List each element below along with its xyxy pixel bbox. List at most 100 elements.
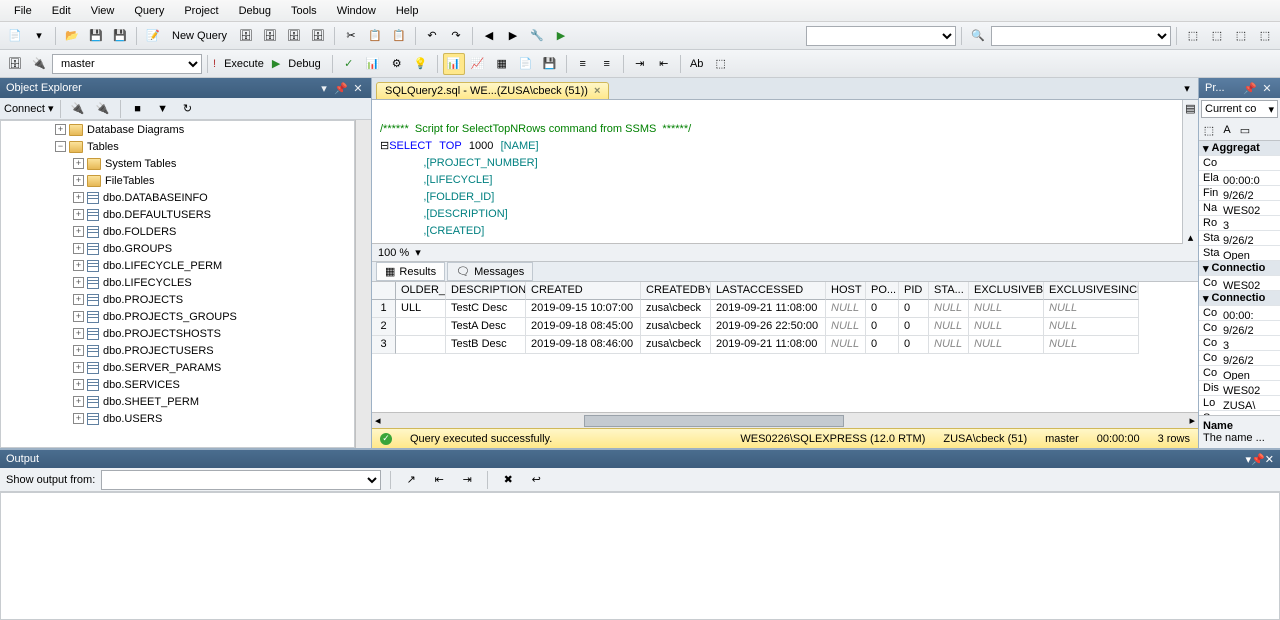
stop-icon[interactable]: ■ — [127, 98, 149, 120]
expand-icon[interactable]: + — [73, 345, 84, 356]
table-row[interactable]: 1ULLTestC Desc2019-09-15 10:07:00zusa\cb… — [372, 300, 1198, 318]
prop-row[interactable]: Fin9/26/2 — [1199, 186, 1280, 201]
prop-row[interactable]: Co00:00: — [1199, 306, 1280, 321]
col-header[interactable]: HOST — [826, 282, 866, 300]
indent-icon[interactable]: ⇥ — [629, 53, 651, 75]
specvals-icon[interactable]: Ab — [686, 53, 708, 75]
prop-row[interactable]: CoOpen — [1199, 366, 1280, 381]
prop-row[interactable]: Sta9/26/2 — [1199, 231, 1280, 246]
tree-node[interactable]: dbo.LIFECYCLES — [103, 277, 192, 289]
refresh-icon[interactable]: ↻ — [177, 98, 199, 120]
intellisense-icon[interactable]: 💡 — [410, 53, 432, 75]
redo-icon[interactable]: ↷ — [445, 25, 467, 47]
expand-icon[interactable]: + — [73, 226, 84, 237]
col-header[interactable]: EXCLUSIVESINCE — [1044, 282, 1139, 300]
cell[interactable]: NULL — [969, 318, 1044, 336]
prop-row[interactable]: Co3 — [1199, 336, 1280, 351]
table-row[interactable]: 2TestA Desc2019-09-18 08:45:00zusa\cbeck… — [372, 318, 1198, 336]
tree-node[interactable]: dbo.PROJECTS_GROUPS — [103, 311, 237, 323]
outdent-icon[interactable]: ⇤ — [653, 53, 675, 75]
copy-icon[interactable]: 📋 — [364, 25, 386, 47]
tab-messages[interactable]: 🗨Messages — [447, 262, 533, 281]
expand-icon[interactable]: + — [73, 175, 84, 186]
cell[interactable]: NULL — [929, 318, 969, 336]
prop-row[interactable]: Co9/26/2 — [1199, 351, 1280, 366]
row-number[interactable]: 3 — [372, 336, 396, 354]
cell[interactable]: zusa\cbeck — [641, 318, 711, 336]
dropdown-icon[interactable]: ▾ — [28, 25, 50, 47]
find-icon[interactable]: 🔍 — [967, 25, 989, 47]
menu-window[interactable]: Window — [327, 2, 386, 20]
cell[interactable]: 0 — [899, 336, 929, 354]
cell[interactable]: TestB Desc — [446, 336, 526, 354]
tree-node[interactable]: dbo.SERVICES — [103, 379, 180, 391]
start-icon[interactable]: ▶ — [550, 25, 572, 47]
cell[interactable]: NULL — [1044, 318, 1139, 336]
cell[interactable]: 2019-09-26 22:50:00 — [711, 318, 826, 336]
tmpl-icon[interactable]: ⬚ — [710, 53, 732, 75]
close-icon[interactable]: ✕ — [1260, 81, 1274, 95]
menu-view[interactable]: View — [81, 2, 125, 20]
dropdown-icon[interactable]: ▾ — [48, 102, 54, 115]
dropdown-icon[interactable]: ▾ — [317, 81, 331, 95]
t2-icon[interactable]: ⬚ — [1206, 25, 1228, 47]
chevron-down-icon[interactable]: ▾ — [415, 246, 421, 259]
col-header[interactable]: CREATEDBY — [641, 282, 711, 300]
clientstat-icon[interactable]: 📈 — [467, 53, 489, 75]
expand-icon[interactable]: + — [73, 413, 84, 424]
clear-icon[interactable]: ✖ — [497, 469, 519, 491]
col-header[interactable]: PID — [899, 282, 929, 300]
prop-row[interactable]: StaOpen — [1199, 246, 1280, 261]
prop-row[interactable]: NaWES02 — [1199, 201, 1280, 216]
chevron-up-icon[interactable]: ▴ — [1188, 231, 1194, 244]
prop-category[interactable]: ▾Connectio — [1199, 291, 1280, 306]
find-combo[interactable] — [991, 26, 1171, 46]
debug-button[interactable]: Debug — [282, 58, 326, 70]
db3-icon[interactable]: 🗄 — [283, 25, 305, 47]
cell[interactable]: NULL — [929, 336, 969, 354]
collapse-icon[interactable]: ▾ — [1203, 142, 1209, 155]
res-text-icon[interactable]: 📄 — [515, 53, 537, 75]
tree-node[interactable]: Tables — [87, 141, 119, 153]
cell[interactable]: 2019-09-15 10:07:00 — [526, 300, 641, 318]
row-number[interactable]: 2 — [372, 318, 396, 336]
open-icon[interactable]: 📂 — [61, 25, 83, 47]
cell[interactable] — [396, 318, 446, 336]
prop-row[interactable]: Co9/26/2 — [1199, 321, 1280, 336]
goto-icon[interactable]: ↗ — [400, 469, 422, 491]
cell[interactable] — [396, 336, 446, 354]
new-query-icon[interactable]: 📝 — [142, 25, 164, 47]
menu-query[interactable]: Query — [124, 2, 174, 20]
row-number[interactable]: 1 — [372, 300, 396, 318]
expand-icon[interactable]: + — [73, 294, 84, 305]
new-project-icon[interactable]: 📄 — [4, 25, 26, 47]
properties-grid[interactable]: ▾Aggregat CoEla00:00:0Fin9/26/2NaWES02Ro… — [1199, 141, 1280, 415]
sql-editor[interactable]: /****** Script for SelectTopNRows comman… — [372, 100, 1182, 244]
cell[interactable]: 0 — [899, 318, 929, 336]
opts-icon[interactable]: ⚙ — [386, 53, 408, 75]
prop-category[interactable]: ▾Aggregat — [1199, 141, 1280, 156]
cell[interactable]: 2019-09-21 11:08:00 — [711, 336, 826, 354]
db2-icon[interactable]: 🗄 — [259, 25, 281, 47]
change-conn-icon[interactable]: 🔌 — [28, 53, 50, 75]
prop-category[interactable]: ▾Connectio — [1199, 261, 1280, 276]
cell[interactable]: NULL — [1044, 336, 1139, 354]
new-query-button[interactable]: New Query — [166, 30, 233, 42]
table-row[interactable]: 3TestB Desc2019-09-18 08:46:00zusa\cbeck… — [372, 336, 1198, 354]
save-all-icon[interactable]: 💾 — [109, 25, 131, 47]
tree-node[interactable]: dbo.DEFAULTUSERS — [103, 209, 211, 221]
tree-node[interactable]: System Tables — [105, 158, 176, 170]
results-grid[interactable]: OLDER_... DESCRIPTION CREATED CREATEDBY … — [372, 282, 1198, 428]
tree-node[interactable]: dbo.USERS — [103, 413, 162, 425]
cell[interactable]: NULL — [1044, 300, 1139, 318]
t1-icon[interactable]: ⬚ — [1182, 25, 1204, 47]
nav-fwd-icon[interactable]: ▶ — [502, 25, 524, 47]
expand-icon[interactable]: + — [55, 124, 66, 135]
menu-debug[interactable]: Debug — [229, 2, 281, 20]
col-header[interactable]: EXCLUSIVEBY — [969, 282, 1044, 300]
tree-node[interactable]: dbo.PROJECTS — [103, 294, 183, 306]
tree-node[interactable]: dbo.LIFECYCLE_PERM — [103, 260, 222, 272]
database-combo[interactable]: master — [52, 54, 202, 74]
col-header[interactable]: OLDER_... — [396, 282, 446, 300]
cell[interactable]: NULL — [826, 300, 866, 318]
